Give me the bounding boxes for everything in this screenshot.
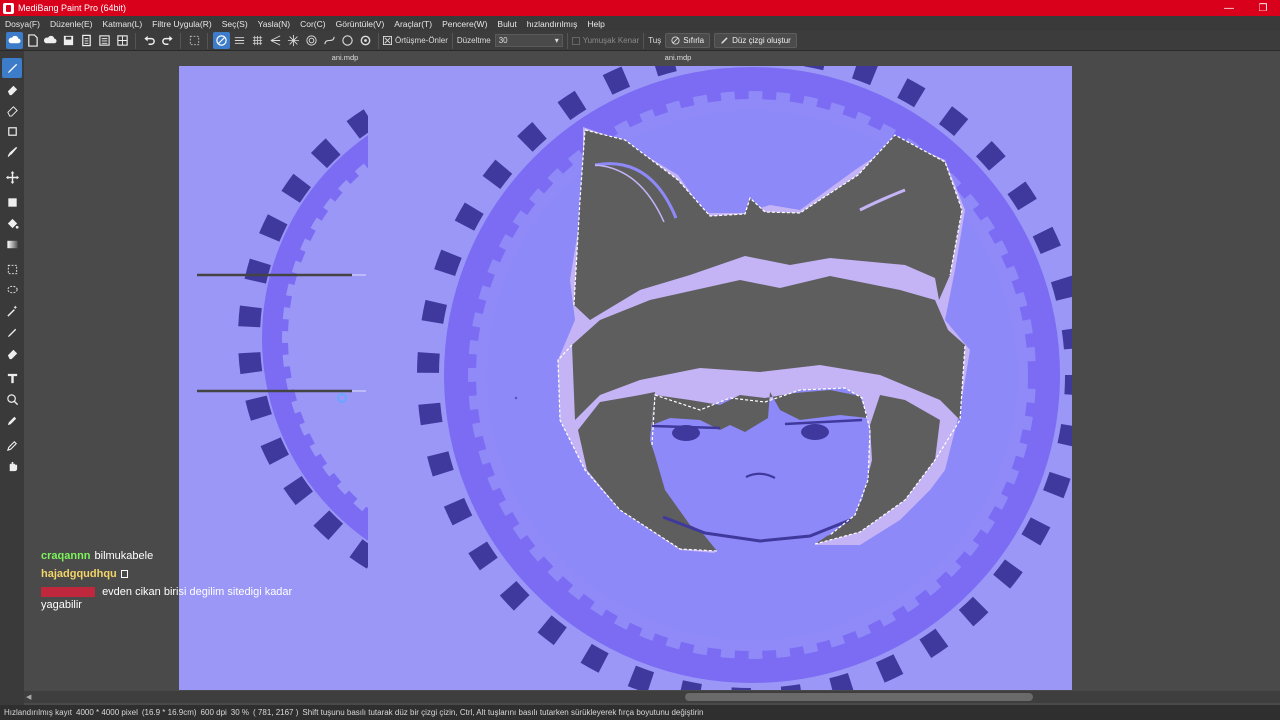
pen-tool-icon[interactable] [2,142,22,162]
chat-text: bilmukabele [94,550,154,562]
menu-cloud[interactable]: Bulut [492,19,521,29]
chat-message: hajadgqudhqu [41,568,331,581]
cloud-icon[interactable] [6,32,23,49]
eyedropper-tool-icon[interactable] [2,410,22,430]
transform-icon[interactable] [186,32,203,49]
reset-label: Sıfırla [683,36,705,45]
checkbox-icon [571,36,580,45]
tool-palette [0,51,24,705]
chevron-down-icon: ▾ [554,36,559,45]
settings-snap-icon[interactable] [357,32,374,49]
chat-message: craqannn bilmukabele [41,550,331,563]
document-icon[interactable] [78,32,95,49]
stabilizer-value: 30 [498,36,508,45]
eraser-tool-icon[interactable] [2,79,22,99]
menu-snap[interactable]: Yasla(N) [253,19,295,29]
menu-view[interactable]: Görüntüle(V) [331,19,390,29]
menu-bar: Dosya(F) Düzenle(E) Katman(L) Filtre Uyg… [0,16,1280,31]
menu-layer[interactable]: Katman(L) [97,19,147,29]
scroll-thumb[interactable] [685,693,1033,701]
snap-off-icon[interactable] [213,32,230,49]
chat-username: craqannn [41,550,91,562]
tab-ani-mdp-1[interactable]: ani.mdp [178,52,512,63]
chat-username-redacted [41,587,95,598]
status-coords: ( 781, 2167 ) [253,708,299,717]
title-bar: MediBang Paint Pro (64bit) — ❐ [0,0,1280,16]
redo-icon[interactable] [159,32,176,49]
status-bar: Hızlandırılmış kayıt 4000 * 4000 pixel (… [0,705,1280,720]
menu-file[interactable]: Dosya(F) [0,19,45,29]
status-zoom: 30 % [230,708,250,717]
restore-button[interactable]: ❐ [1246,0,1280,16]
reset-button[interactable]: Sıfırla [665,33,711,48]
checkbox-checked-icon [383,36,392,45]
hand-tool-icon[interactable] [2,456,22,476]
minimize-button[interactable]: — [1212,0,1246,16]
status-save: Hızlandırılmış kayıt [4,708,73,717]
reset-icon [671,36,680,45]
status-dpi: 600 dpi [200,708,227,717]
tab-ani-mdp-2[interactable]: ani.mdp [512,52,844,63]
dot-tool-icon[interactable] [2,121,22,141]
medibang-app-icon [3,2,14,14]
document-tabs: ani.mdp ani.mdp [178,52,844,63]
stabilizer-label: Düzeltme [456,36,491,45]
menu-filter[interactable]: Filtre Uygula(R) [147,19,217,29]
stream-chat: craqannn bilmukabele hajadgqudhqu evden c… [41,550,331,617]
antialias-toggle[interactable]: Örtüşme-Önler [383,36,448,45]
concentric-snap-icon[interactable] [303,32,320,49]
stabilizer-dropdown[interactable]: 30 ▾ [494,34,563,47]
fill-rect-tool-icon[interactable] [2,192,22,212]
menu-window[interactable]: Pencere(W) [437,19,492,29]
emote-placeholder-icon [120,570,128,579]
circle-snap-icon[interactable] [339,32,356,49]
status-size: 4000 * 4000 pixel [76,708,138,717]
grid-icon[interactable] [114,32,131,49]
create-line-label: Düz çizgi oluştur [732,36,791,45]
vanishing-point-icon[interactable] [267,32,284,49]
blur-tool-icon[interactable] [2,100,22,120]
window-title: MediBang Paint Pro (64bit) [18,3,127,13]
curve-snap-icon[interactable] [321,32,338,49]
status-hint: Shift tuşunu basılı tutarak düz bir çizg… [302,708,704,717]
magic-wand-tool-icon[interactable] [2,301,22,321]
soft-edge-toggle[interactable]: Yumuşak Kenar [571,36,640,45]
open-cloud-icon[interactable] [42,32,59,49]
menu-select[interactable]: Seç(S) [217,19,253,29]
select-tool-icon[interactable] [2,259,22,279]
chat-message: evden cikan birisi degilim sitedigi kada… [41,586,331,612]
pencil-icon [721,37,728,44]
antialias-label: Örtüşme-Önler [395,36,448,45]
create-line-button[interactable]: Düz çizgi oluştur [714,33,797,48]
undo-icon[interactable] [141,32,158,49]
radial-snap-icon[interactable] [285,32,302,49]
horizontal-scrollbar[interactable]: ◀ [24,691,1280,703]
bucket-tool-icon[interactable] [2,213,22,233]
list-icon[interactable] [96,32,113,49]
move-tool-icon[interactable] [2,167,22,187]
save-icon[interactable] [60,32,77,49]
new-file-icon[interactable] [24,32,41,49]
eyedropper-tool-icon[interactable] [2,435,22,455]
menu-help[interactable]: Help [582,19,609,29]
cross-snap-icon[interactable] [249,32,266,49]
select-eraser-tool-icon[interactable] [2,343,22,363]
brush-tool-icon[interactable] [2,58,22,78]
lasso-tool-icon[interactable] [2,280,22,300]
menu-timelapse[interactable]: hızlandırılmış [522,19,583,29]
top-toolbar: Örtüşme-Önler Düzeltme 30 ▾ Yumuşak Kena… [0,31,1280,51]
panel-divide-tool-icon[interactable] [2,389,22,409]
menu-edit[interactable]: Düzenle(E) [45,19,98,29]
status-cm: (16.9 * 16.9cm) [141,708,197,717]
soft-edge-label: Yumuşak Kenar [582,36,640,45]
select-pen-tool-icon[interactable] [2,322,22,342]
key-label: Tuş [648,36,662,45]
gradient-tool-icon[interactable] [2,234,22,254]
chat-username: hajadgqudhqu [41,568,117,580]
parallel-snap-icon[interactable] [231,32,248,49]
text-tool-icon[interactable] [2,368,22,388]
scroll-left-icon[interactable]: ◀ [26,693,31,701]
menu-color[interactable]: Cor(C) [295,19,331,29]
menu-tools[interactable]: Araçlar(T) [389,19,437,29]
